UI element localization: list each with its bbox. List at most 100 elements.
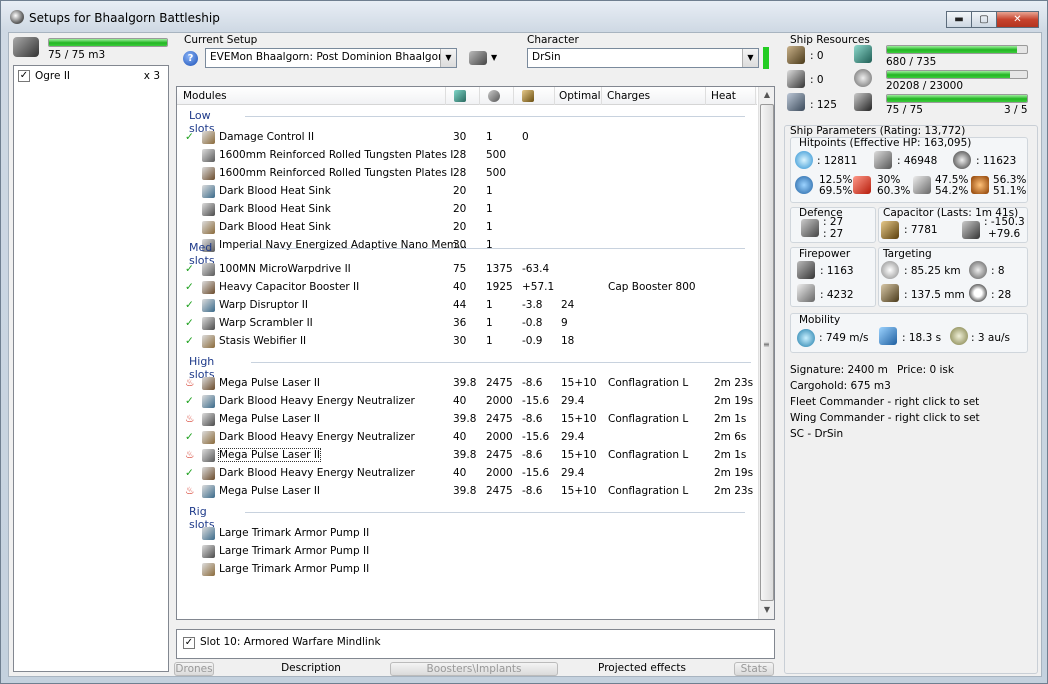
module-row[interactable]: ♨ Mega Pulse Laser II 39.8 2475 -8.6 15+10 Con… <box>177 483 753 501</box>
overheat-icon[interactable]: ♨ <box>185 485 194 497</box>
active-check-icon[interactable]: ✓ <box>185 395 194 407</box>
module-row[interactable]: Large Trimark Armor Pump II <box>177 561 747 579</box>
maximize-button[interactable]: ▢ <box>971 11 997 28</box>
module-row[interactable]: ✓ Stasis Webifier II 30 1 -0.9 18 <box>177 333 747 351</box>
module-powergrid: 1 <box>486 335 493 347</box>
calibration: : 125 <box>810 99 837 111</box>
module-name: Mega Pulse Laser II <box>217 448 322 462</box>
tab-projected-effects[interactable]: Projected effects <box>592 662 692 676</box>
modules-scrollbar[interactable]: ▲ ≡ ▼ <box>758 87 774 619</box>
sensor-strength: : 28 <box>991 289 1012 301</box>
module-powergrid: 2475 <box>486 413 513 425</box>
modules-column-header[interactable]: Modules <box>183 90 227 102</box>
powergrid-icon <box>854 69 872 87</box>
module-row[interactable]: 1600mm Reinforced Rolled Tungsten Plates… <box>177 165 747 183</box>
close-button[interactable]: ✕ <box>996 11 1039 28</box>
module-optimal: 9 <box>561 317 568 329</box>
module-cpu: 30 <box>453 131 467 143</box>
module-row[interactable]: ♨ Mega Pulse Laser II 39.8 2475 -8.6 15+10 Con… <box>177 447 747 465</box>
slot-group-divider <box>251 362 751 363</box>
drone-item[interactable]: ✓ Ogre II x 3 <box>18 69 164 85</box>
module-row[interactable]: ✓ Damage Control II 30 1 0 <box>177 129 747 147</box>
module-icon <box>202 545 215 558</box>
modules-list[interactable]: Modules Optimal Charges Heat Low slots ✓ D… <box>176 86 775 620</box>
module-icon <box>202 263 215 276</box>
module-row[interactable]: ✓ Dark Blood Heavy Energy Neutralizer 40 20… <box>177 465 753 483</box>
drone-bandwidth-icon <box>854 93 872 111</box>
module-icon <box>202 131 215 144</box>
character-select[interactable]: DrSin ▼ <box>527 48 759 68</box>
module-row[interactable]: ✓ Warp Disruptor II 44 1 -3.8 24 <box>177 297 747 315</box>
module-charges: Cap Booster 800 <box>608 281 696 293</box>
module-row[interactable]: ✓ 100MN MicroWarpdrive II 75 1375 -63.4 <box>177 261 747 279</box>
setup-tools-icon[interactable] <box>469 51 487 65</box>
module-icon <box>202 167 215 180</box>
module-row[interactable]: ✓ Dark Blood Heavy Energy Neutralizer 40 20… <box>177 393 753 411</box>
module-row[interactable]: Large Trimark Armor Pump II <box>177 543 747 561</box>
setup-select[interactable]: EVEMon Bhaalgorn: Post Dominion Bhaalgor… <box>205 48 457 68</box>
squad-commander[interactable]: SC - DrSin <box>790 428 843 440</box>
scroll-down-button[interactable]: ▼ <box>759 602 774 618</box>
kinetic-resist-icon <box>913 176 931 194</box>
minimize-button[interactable]: ▬ <box>946 11 972 28</box>
capacitor-column-icon[interactable] <box>522 90 534 102</box>
heat-column-header[interactable]: Heat <box>711 90 736 102</box>
module-row[interactable]: Dark Blood Heat Sink 20 1 <box>177 183 747 201</box>
powergrid-column-icon[interactable] <box>488 90 500 102</box>
module-cpu: 20 <box>453 185 467 197</box>
optimal-column-header[interactable]: Optimal <box>559 90 601 102</box>
cargohold: Cargohold: 675 m3 <box>790 380 891 392</box>
help-icon[interactable]: ? <box>183 51 198 66</box>
module-row[interactable]: ♨ Mega Pulse Laser II 39.8 2475 -8.6 15+10 Con… <box>177 375 753 393</box>
drone-list[interactable]: ✓ Ogre II x 3 <box>13 65 169 672</box>
module-name: Dark Blood Heavy Energy Neutralizer <box>219 395 415 407</box>
module-row[interactable]: Imperial Navy Energized Adaptive Nano Me… <box>177 237 747 255</box>
module-row[interactable]: ✓ Heavy Capacitor Booster II 40 1925 +57.1 Ca… <box>177 279 747 297</box>
module-row[interactable]: Large Trimark Armor Pump II <box>177 525 747 543</box>
module-name: Dark Blood Heavy Energy Neutralizer <box>219 467 415 479</box>
tab-drones[interactable]: Drones <box>174 662 214 676</box>
module-capacitor: 0 <box>522 131 529 143</box>
module-powergrid: 2000 <box>486 467 513 479</box>
overheat-icon[interactable]: ♨ <box>185 413 194 425</box>
active-check-icon[interactable]: ✓ <box>185 281 194 293</box>
module-row[interactable]: 1600mm Reinforced Rolled Tungsten Plates… <box>177 147 747 165</box>
active-check-icon[interactable]: ✓ <box>185 299 194 311</box>
module-icon <box>202 413 215 426</box>
overheat-icon[interactable]: ♨ <box>185 449 194 461</box>
charges-column-header[interactable]: Charges <box>607 90 650 102</box>
active-check-icon[interactable]: ✓ <box>185 263 194 275</box>
module-row[interactable]: Dark Blood Heat Sink 20 1 <box>177 219 747 237</box>
max-targets: : 8 <box>991 265 1005 277</box>
module-charges: Conflagration L <box>608 413 689 425</box>
module-row[interactable]: ✓ Dark Blood Heavy Energy Neutralizer 40 20… <box>177 429 747 447</box>
active-check-icon[interactable]: ✓ <box>185 335 194 347</box>
scroll-up-button[interactable]: ▲ <box>759 87 774 103</box>
tab-description[interactable]: Description <box>266 662 356 676</box>
setup-tools-dropdown-icon[interactable]: ▼ <box>491 53 497 62</box>
module-row[interactable]: ♨ Mega Pulse Laser II 39.8 2475 -8.6 15+10 Con… <box>177 411 747 429</box>
module-heat: 2m 23s <box>714 485 754 497</box>
module-row[interactable]: Dark Blood Heat Sink 20 1 <box>177 201 747 219</box>
module-row[interactable]: ✓ Warp Scrambler II 36 1 -0.8 9 <box>177 315 747 333</box>
drone-bandwidth-value: 75 / 75 <box>886 104 923 116</box>
drone-checkbox[interactable]: ✓ <box>18 70 30 82</box>
client-area: 75 / 75 m3 ✓ Ogre II x 3 Current Setup ?… <box>8 32 1042 677</box>
active-check-icon[interactable]: ✓ <box>185 131 194 143</box>
scroll-thumb[interactable] <box>760 104 774 601</box>
active-check-icon[interactable]: ✓ <box>185 431 194 443</box>
active-check-icon[interactable]: ✓ <box>185 467 194 479</box>
tab-boosters-implants[interactable]: Boosters\Implants <box>390 662 558 676</box>
cpu-column-icon[interactable] <box>454 90 466 102</box>
module-powergrid: 1 <box>486 239 493 251</box>
fleet-commander[interactable]: Fleet Commander - right click to set <box>790 396 979 408</box>
defence-icon <box>801 219 819 237</box>
wing-commander[interactable]: Wing Commander - right click to set <box>790 412 980 424</box>
tab-stats[interactable]: Stats <box>734 662 774 676</box>
implant-checkbox[interactable]: ✓ <box>183 637 195 649</box>
em-resist-icon <box>795 176 813 194</box>
overheat-icon[interactable]: ♨ <box>185 377 194 389</box>
active-check-icon[interactable]: ✓ <box>185 317 194 329</box>
title-bar[interactable]: Setups for Bhaalgorn Battleship ▬ ▢ ✕ <box>1 1 1047 31</box>
module-powergrid: 1 <box>486 203 493 215</box>
